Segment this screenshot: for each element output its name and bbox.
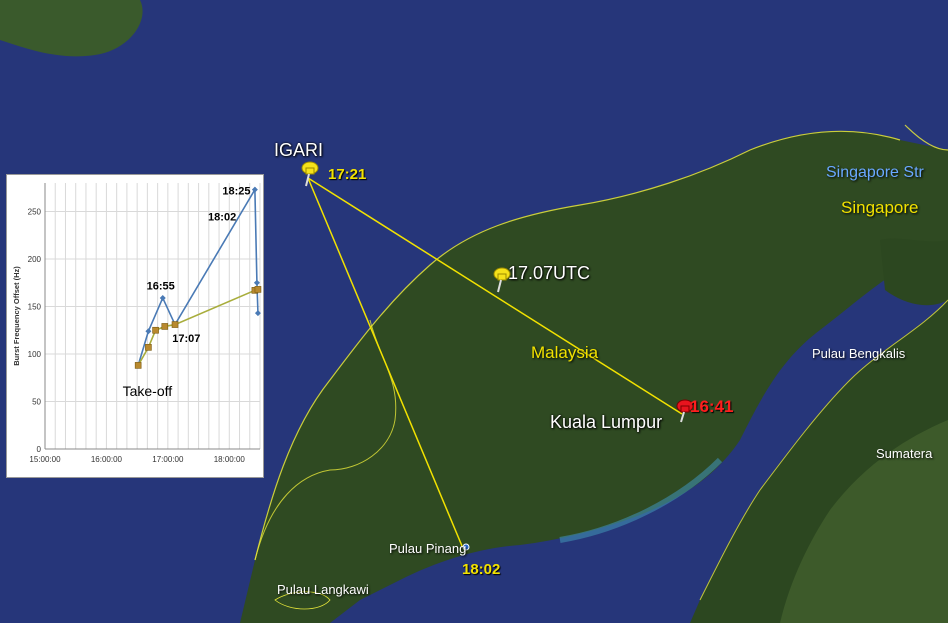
singapore-strait-label: Singapore Str <box>826 164 924 181</box>
time-1721-label: 17:21 <box>328 166 367 183</box>
chart-annotation: 18:02 <box>208 211 236 223</box>
data-point <box>253 279 260 286</box>
x-tick-label: 16:00:00 <box>91 455 123 464</box>
x-tick-label: 17:00:00 <box>152 455 184 464</box>
x-tick-label: 18:00:00 <box>214 455 246 464</box>
sumatera-label: Sumatera <box>876 446 933 461</box>
data-point <box>145 344 152 351</box>
data-point <box>145 328 152 335</box>
kuala-lumpur-label: Kuala Lumpur <box>550 412 663 432</box>
singapore-label: Singapore <box>841 198 919 217</box>
y-tick-label: 0 <box>37 445 42 454</box>
data-point <box>171 321 179 328</box>
malaysia-label: Malaysia <box>531 343 599 362</box>
time-1802-label: 18:02 <box>462 561 501 578</box>
y-tick-label: 50 <box>32 398 41 407</box>
y-tick-label: 200 <box>28 255 42 264</box>
chart-annotation: 18:25 <box>222 186 250 198</box>
y-tick-label: 250 <box>28 208 42 217</box>
chart-annotation: 17:07 <box>172 333 200 345</box>
bfo-chart-inset: 0 50 100 150 200 250 15:00:00 16:00:00 17:00:00 1… <box>6 174 264 478</box>
y-axis-label: Burst Frequency Offset (Hz) <box>12 266 21 366</box>
data-point <box>159 294 166 301</box>
pulau-bengkalis-label: Pulau Bengkalis <box>812 346 906 361</box>
y-tick-label: 150 <box>28 303 42 312</box>
pulau-pinang-label: Pulau Pinang <box>389 541 467 556</box>
y-tick-label: 100 <box>28 350 42 359</box>
bfo-chart: 0 50 100 150 200 250 15:00:00 16:00:00 17:00:00 1… <box>12 183 262 464</box>
igari-label: IGARI <box>274 140 324 160</box>
data-point <box>134 362 142 369</box>
chart-annotation: 16:55 <box>147 281 175 293</box>
data-point <box>254 286 262 293</box>
chart-annotation: Take-off <box>123 383 173 399</box>
time-1641-label: 16:41 <box>690 397 734 416</box>
data-point <box>161 323 169 330</box>
time-1707utc-label: 17.07UTC <box>508 263 591 283</box>
x-tick-label: 15:00:00 <box>29 455 61 464</box>
data-point <box>152 326 159 334</box>
pulau-langkawi-label: Pulau Langkawi <box>277 582 369 597</box>
